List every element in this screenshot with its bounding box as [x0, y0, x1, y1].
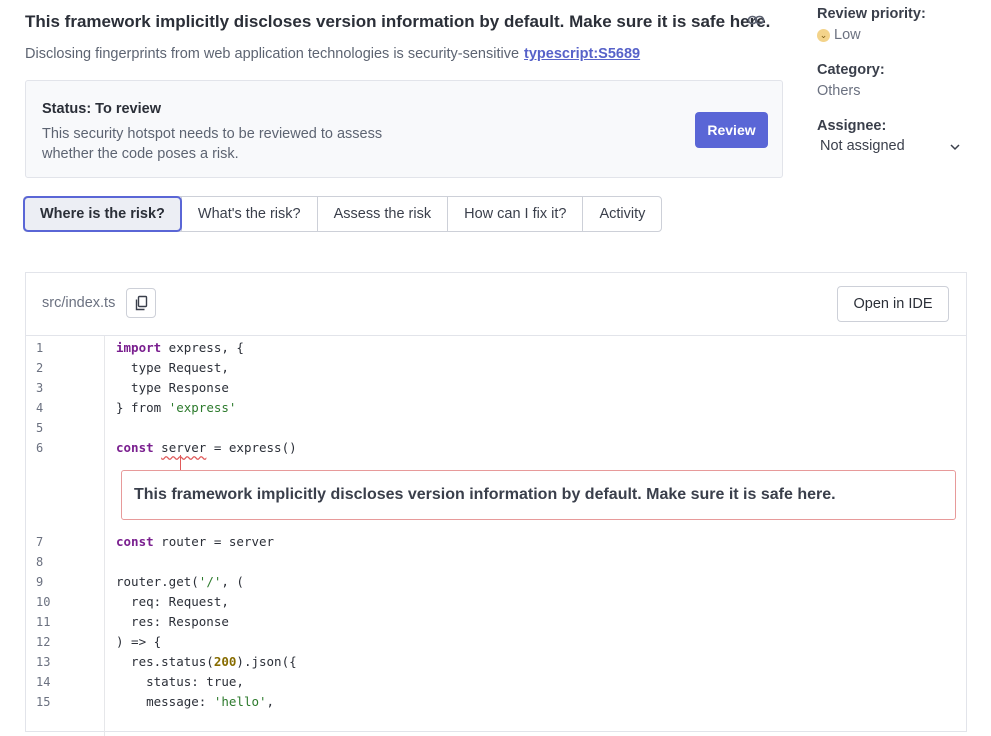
line-number: 4: [36, 401, 44, 415]
copy-icon: [135, 295, 148, 311]
line-number: 10: [36, 595, 51, 609]
tab-assess-the-risk[interactable]: Assess the risk: [316, 197, 448, 231]
line-number: 5: [36, 421, 44, 435]
code-viewer: src/index.ts Open in IDE 1 import express…: [25, 272, 967, 736]
chevron-down-icon: ⌄: [817, 28, 830, 42]
category-label: Category:: [817, 62, 885, 78]
hotspot-subtitle: Disclosing fingerprints from web applica…: [25, 46, 640, 62]
assignee-section: Assignee:: [817, 118, 886, 134]
issue-connector: [180, 455, 181, 470]
line-number: 6: [36, 441, 44, 455]
status-description: This security hotspot needs to be review…: [42, 126, 383, 162]
code-header: src/index.ts Open in IDE: [26, 273, 966, 336]
review-button[interactable]: Review: [695, 112, 768, 148]
issue-message: This framework implicitly discloses vers…: [134, 486, 836, 503]
priority-section: Review priority: ⌄ Low: [817, 6, 926, 43]
subtitle-text: Disclosing fingerprints from web applica…: [25, 46, 520, 62]
line-number: 1: [36, 341, 44, 355]
link-icon[interactable]: [747, 12, 765, 28]
line-number: 14: [36, 675, 51, 689]
line-number: 15: [36, 695, 51, 709]
open-in-ide-button[interactable]: Open in IDE: [837, 286, 949, 322]
gutter-divider: [104, 336, 105, 736]
tab-where-is-the-risk[interactable]: Where is the risk?: [23, 196, 182, 232]
tab-how-can-i-fix-it[interactable]: How can I fix it?: [447, 197, 582, 231]
line-number: 7: [36, 535, 44, 549]
category-value: Others: [817, 83, 861, 99]
priority-text: Low: [834, 27, 861, 43]
category-section: Category: Others: [817, 62, 885, 99]
line-number: 11: [36, 615, 51, 629]
line-number: 8: [36, 555, 44, 569]
tab-bar: Where is the risk? What's the risk? Asse…: [23, 196, 663, 232]
line-number: 12: [36, 635, 51, 649]
assignee-value: Not assigned: [820, 138, 905, 154]
hotspot-title: This framework implicitly discloses vers…: [25, 12, 771, 31]
file-path: src/index.ts: [42, 295, 116, 311]
chevron-down-icon: [950, 144, 960, 151]
copy-path-button[interactable]: [126, 288, 156, 318]
tab-whats-the-risk[interactable]: What's the risk?: [180, 197, 317, 231]
issue-message-box[interactable]: This framework implicitly discloses vers…: [121, 470, 956, 520]
line-number: 13: [36, 655, 51, 669]
line-number: 9: [36, 575, 44, 589]
line-number: 3: [36, 381, 44, 395]
assignee-label: Assignee:: [817, 118, 887, 134]
line-number: 2: [36, 361, 44, 375]
status-panel: Status: To review This security hotspot …: [25, 80, 783, 178]
rule-link[interactable]: typescript:S5689: [524, 46, 640, 62]
priority-label: Review priority:: [817, 6, 926, 22]
status-title: Status: To review: [42, 101, 161, 117]
tab-activity[interactable]: Activity: [582, 197, 661, 231]
assignee-select[interactable]: Not assigned: [817, 138, 965, 160]
priority-value: ⌄ Low: [817, 27, 926, 43]
